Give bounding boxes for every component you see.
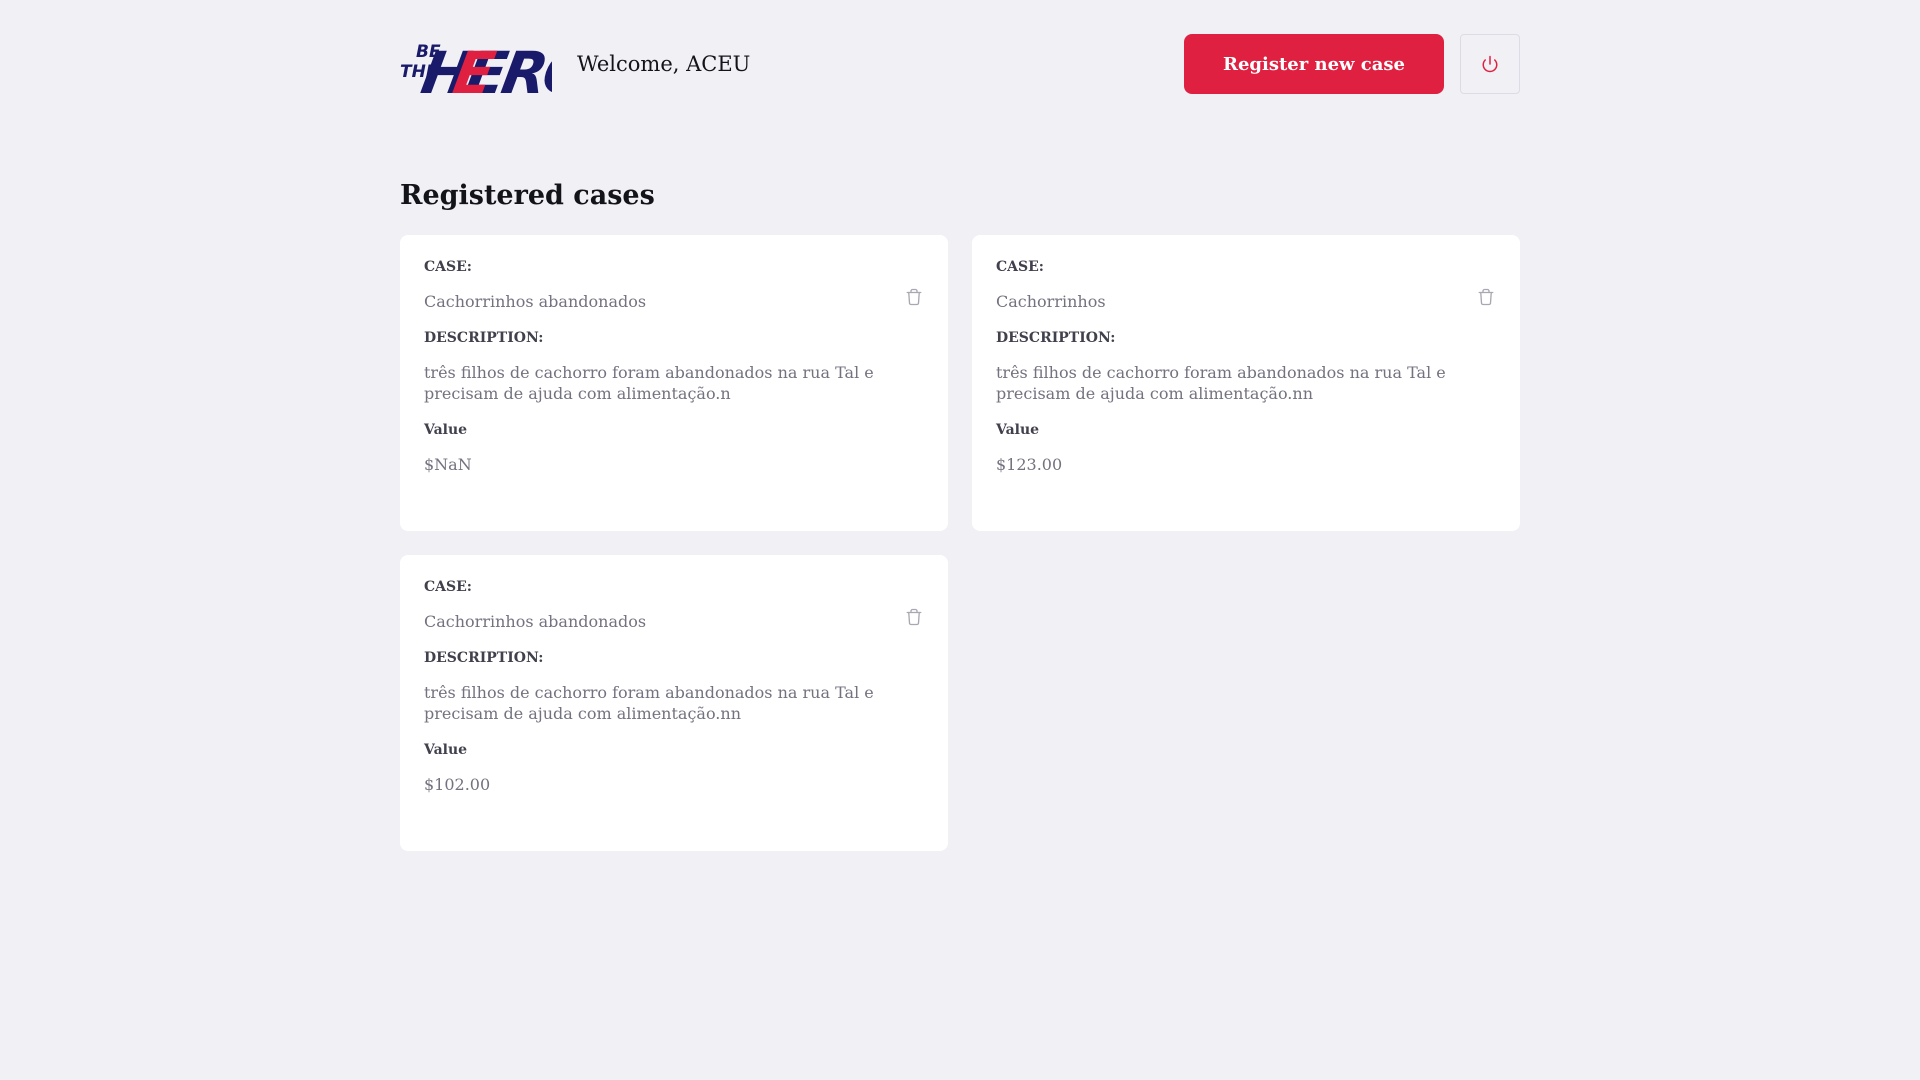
case-label: CASE: bbox=[424, 259, 472, 275]
be-the-hero-logo: BE THE HERO E bbox=[400, 39, 552, 97]
trash-icon bbox=[906, 608, 922, 626]
case-value: $102.00 bbox=[424, 775, 491, 794]
delete-case-button[interactable] bbox=[904, 287, 924, 309]
case-value: $123.00 bbox=[996, 455, 1063, 474]
case-card: CASE: Cachorrinhos abandonados DESCRIPTI… bbox=[400, 235, 948, 531]
description-label: DESCRIPTION: bbox=[996, 330, 1116, 346]
trash-icon bbox=[906, 288, 922, 306]
register-new-case-button[interactable]: Register new case bbox=[1184, 34, 1444, 94]
case-card: CASE: Cachorrinhos abandonados DESCRIPTI… bbox=[400, 555, 948, 851]
delete-case-button[interactable] bbox=[1476, 287, 1496, 309]
case-label: CASE: bbox=[996, 259, 1044, 275]
value-label: Value bbox=[424, 422, 468, 438]
case-label: CASE: bbox=[424, 579, 472, 595]
value-label: Value bbox=[996, 422, 1040, 438]
case-title: Cachorrinhos abandonados bbox=[424, 292, 647, 311]
power-icon bbox=[1482, 55, 1498, 73]
case-description: três filhos de cachorro foram abandonado… bbox=[424, 363, 874, 403]
cases-list: CASE: Cachorrinhos abandonados DESCRIPTI… bbox=[400, 235, 1520, 851]
description-label: DESCRIPTION: bbox=[424, 650, 544, 666]
page-title: Registered cases bbox=[400, 180, 655, 211]
case-title: Cachorrinhos bbox=[996, 292, 1106, 311]
profile-page: BE THE HERO E Welcome, ACEU Register new… bbox=[400, 0, 1520, 851]
logout-button[interactable] bbox=[1460, 34, 1520, 94]
delete-case-button[interactable] bbox=[904, 607, 924, 629]
header: BE THE HERO E Welcome, ACEU Register new… bbox=[400, 34, 1520, 97]
description-label: DESCRIPTION: bbox=[424, 330, 544, 346]
case-description: três filhos de cachorro foram abandonado… bbox=[424, 683, 874, 723]
value-label: Value bbox=[424, 742, 468, 758]
trash-icon bbox=[1478, 288, 1494, 306]
case-description: três filhos de cachorro foram abandonado… bbox=[996, 363, 1446, 403]
case-title: Cachorrinhos abandonados bbox=[424, 612, 647, 631]
case-value: $NaN bbox=[424, 455, 472, 474]
welcome-text: Welcome, ACEU bbox=[577, 52, 751, 76]
case-card: CASE: Cachorrinhos DESCRIPTION: três fil… bbox=[972, 235, 1520, 531]
